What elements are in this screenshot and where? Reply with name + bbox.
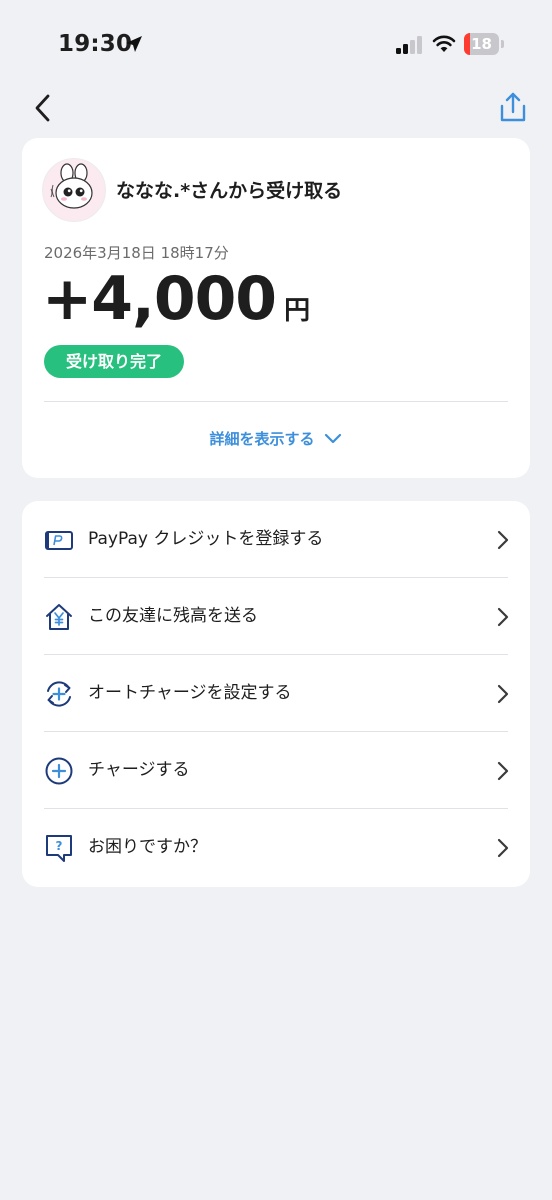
chevron-right-icon <box>497 530 509 550</box>
menu-item-send-balance[interactable]: この友達に残高を送る <box>22 578 530 655</box>
menu-item-label: この友達に残高を送る <box>88 606 258 626</box>
currency-unit: 円 <box>284 296 311 326</box>
chevron-left-icon <box>35 94 50 122</box>
plus-circle-icon <box>45 757 73 785</box>
show-details-button[interactable]: 詳細を表示する <box>22 428 530 449</box>
menu-item-label: オートチャージを設定する <box>88 683 292 703</box>
cellular-signal-icon <box>396 36 422 54</box>
chevron-right-icon <box>497 607 509 627</box>
menu-item-charge[interactable]: チャージする <box>22 732 530 809</box>
amount-row: +4,000 円 <box>42 264 310 336</box>
chevron-right-icon <box>497 684 509 704</box>
chevron-right-icon <box>497 838 509 858</box>
sender-label: ななな.*さんから受け取る <box>116 180 343 202</box>
transaction-card: ななな.*さんから受け取る 2026年3月18日 18時17分 +4,000 円 … <box>22 138 530 478</box>
avatar[interactable] <box>42 158 106 222</box>
share-icon <box>500 92 526 122</box>
menu-item-help[interactable]: ? お困りですか？ <box>22 809 530 886</box>
menu-item-auto-charge[interactable]: オートチャージを設定する <box>22 655 530 732</box>
menu-item-label: PayPay クレジットを登録する <box>88 529 324 549</box>
divider <box>44 401 508 402</box>
yen-house-icon <box>46 604 72 630</box>
menu-item-label: チャージする <box>88 760 190 780</box>
show-details-label: 詳細を表示する <box>209 430 315 448</box>
back-button[interactable] <box>28 90 60 126</box>
auto-charge-icon <box>47 681 71 707</box>
wifi-icon <box>432 35 456 52</box>
help-question-icon: ? <box>46 835 72 862</box>
chevron-right-icon <box>497 761 509 781</box>
battery-level: 18 <box>471 35 492 53</box>
menu-item-label: お困りですか？ <box>88 837 207 857</box>
credit-card-icon <box>45 531 73 550</box>
battery-icon: 18 <box>464 33 504 55</box>
status-time: 19:30 <box>58 31 133 57</box>
character-avatar-icon <box>50 163 93 209</box>
location-arrow-icon <box>126 36 142 52</box>
svg-text:?: ? <box>56 839 63 853</box>
amount-value: +4,000 <box>42 264 277 334</box>
status-badge: 受け取り完了 <box>44 345 185 378</box>
chevron-down-icon <box>324 433 341 444</box>
transaction-datetime: 2026年3月18日 18時17分 <box>44 244 229 262</box>
share-button[interactable] <box>496 90 530 126</box>
status-bar: 19:30 18 <box>0 0 552 90</box>
menu-item-register-credit[interactable]: PayPay クレジットを登録する <box>22 501 530 578</box>
actions-menu: PayPay クレジットを登録する この友達に残高を送る オートチャージを設定す… <box>22 501 530 887</box>
